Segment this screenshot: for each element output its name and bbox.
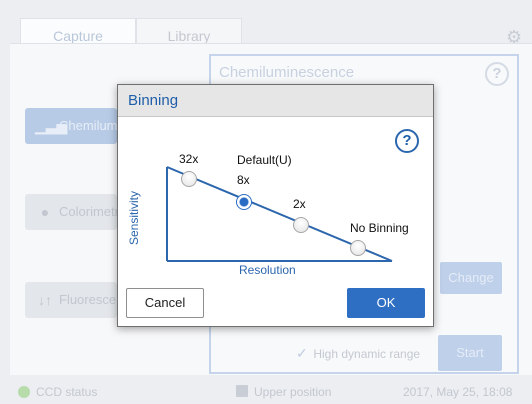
colorimetric-label: Colorimetric (59, 204, 117, 219)
ccd-status-text: CCD status (36, 385, 98, 399)
binning-dialog: Binning ? Sensitivity Resolution 32x Def… (117, 84, 434, 327)
status-bar: CCD status Upper position 2017, May 25, … (0, 382, 532, 404)
option-8x-label: 8x (237, 173, 250, 187)
high-dynamic-range-checkbox[interactable]: ✓ High dynamic range (296, 345, 420, 362)
option-2x-label: 2x (293, 197, 306, 211)
start-button[interactable]: Start (438, 335, 502, 371)
option-no-binning-label: No Binning (350, 221, 409, 235)
position-status: Upper position (236, 385, 331, 399)
cancel-button[interactable]: Cancel (126, 288, 204, 318)
up-down-arrows-icon: ↓↑ (38, 292, 52, 308)
colorimetric-button[interactable]: ● Colorimetric (25, 194, 117, 230)
radio-8x[interactable] (236, 194, 252, 210)
fluorescence-label: Fluorescence (59, 292, 117, 307)
position-text: Upper position (254, 385, 332, 399)
panel-title: Chemiluminescence (219, 64, 355, 81)
ok-button[interactable]: OK (347, 288, 425, 318)
ccd-status-indicator-icon (18, 386, 30, 398)
checkmark-icon: ✓ (296, 345, 308, 361)
chemiluminescence-label: Chemiluminescence (59, 118, 117, 133)
fluorescence-button[interactable]: ↓↑ Fluorescence (25, 282, 117, 318)
datetime-text: 2017, May 25, 18:08 (403, 385, 513, 399)
tab-capture-label: Capture (53, 28, 103, 44)
x-axis-label: Resolution (239, 263, 296, 277)
default-caption: Default(U) (237, 153, 292, 167)
radio-32x[interactable] (181, 171, 197, 187)
change-button[interactable]: Change (440, 262, 502, 294)
colorimetric-icon: ● (40, 204, 50, 220)
position-icon (236, 385, 248, 397)
option-32x-label: 32x (179, 152, 199, 166)
tab-library-label: Library (167, 28, 211, 44)
y-axis-label: Sensitivity (127, 190, 141, 245)
high-dynamic-range-label: High dynamic range (313, 347, 421, 361)
tab-bar: Capture Library ⚙ (10, 10, 532, 52)
chemi-icon: ▁▃▅ (35, 118, 68, 134)
radio-no-binning[interactable] (350, 240, 366, 256)
chemiluminescence-button[interactable]: ▁▃▅ Chemiluminescence (25, 108, 117, 144)
help-icon[interactable]: ? (485, 62, 509, 86)
radio-2x[interactable] (293, 217, 309, 233)
